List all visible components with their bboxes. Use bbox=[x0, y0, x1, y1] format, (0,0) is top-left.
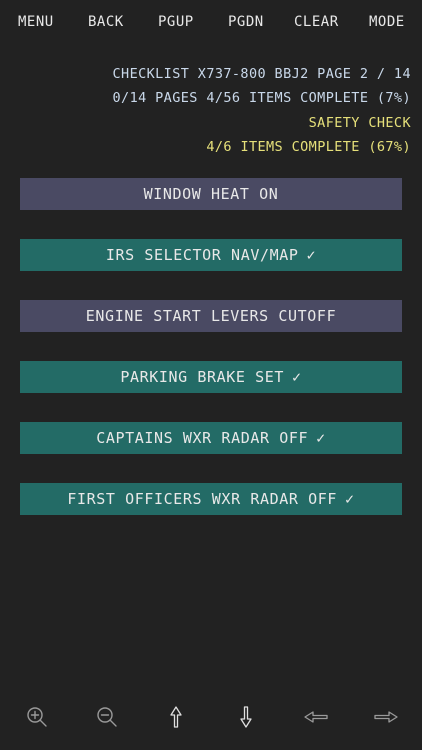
checklist-item[interactable]: ENGINE START LEVERS CUTOFF bbox=[20, 300, 402, 332]
checklist-item[interactable]: WINDOW HEAT ON bbox=[20, 178, 402, 210]
check-icon: ✓ bbox=[306, 246, 317, 264]
check-icon: ✓ bbox=[345, 490, 355, 508]
checklist-item[interactable]: IRS SELECTOR NAV/MAP ✓ bbox=[20, 239, 402, 271]
clear-button[interactable]: CLEAR bbox=[294, 14, 339, 30]
menu-button[interactable]: MENU bbox=[18, 14, 54, 30]
bottom-toolbar bbox=[0, 700, 422, 734]
overall-progress: 0/14 PAGES 4/56 ITEMS COMPLETE (7%) bbox=[112, 90, 411, 106]
check-icon: ✓ bbox=[292, 368, 302, 386]
section-progress: 4/6 ITEMS COMPLETE (67%) bbox=[206, 139, 411, 155]
page-down-button[interactable]: PGDN bbox=[228, 14, 264, 30]
section-title: SAFETY CHECK bbox=[308, 115, 411, 131]
item-label: FIRST OFFICERS WXR RADAR OFF bbox=[67, 490, 338, 508]
zoom-in-icon[interactable] bbox=[20, 700, 54, 734]
arrow-up-icon[interactable] bbox=[159, 700, 193, 734]
arrow-right-icon[interactable] bbox=[369, 700, 403, 734]
checklist-title: CHECKLIST X737-800 BBJ2 PAGE 2 / 14 bbox=[112, 66, 411, 82]
mode-button[interactable]: MODE bbox=[369, 14, 405, 30]
item-label: PARKING BRAKE SET bbox=[120, 368, 285, 386]
arrow-left-icon[interactable] bbox=[299, 700, 333, 734]
arrow-down-icon[interactable] bbox=[229, 700, 263, 734]
checklist-item[interactable]: CAPTAINS WXR RADAR OFF ✓ bbox=[20, 422, 402, 454]
item-label: WINDOW HEAT ON bbox=[143, 185, 279, 203]
zoom-out-icon[interactable] bbox=[90, 700, 124, 734]
top-menu: MENU BACK PGUP PGDN CLEAR MODE bbox=[0, 14, 422, 32]
item-label: IRS SELECTOR NAV/MAP bbox=[105, 246, 299, 264]
checklist-item[interactable]: PARKING BRAKE SET ✓ bbox=[20, 361, 402, 393]
check-icon: ✓ bbox=[316, 429, 326, 447]
page-up-button[interactable]: PGUP bbox=[158, 14, 194, 30]
checklist-item[interactable]: FIRST OFFICERS WXR RADAR OFF ✓ bbox=[20, 483, 402, 515]
checklist-items: WINDOW HEAT ON IRS SELECTOR NAV/MAP ✓ ENG… bbox=[20, 178, 402, 544]
item-label: ENGINE START LEVERS CUTOFF bbox=[85, 307, 337, 325]
back-button[interactable]: BACK bbox=[88, 14, 124, 30]
item-label: CAPTAINS WXR RADAR OFF bbox=[96, 429, 309, 447]
